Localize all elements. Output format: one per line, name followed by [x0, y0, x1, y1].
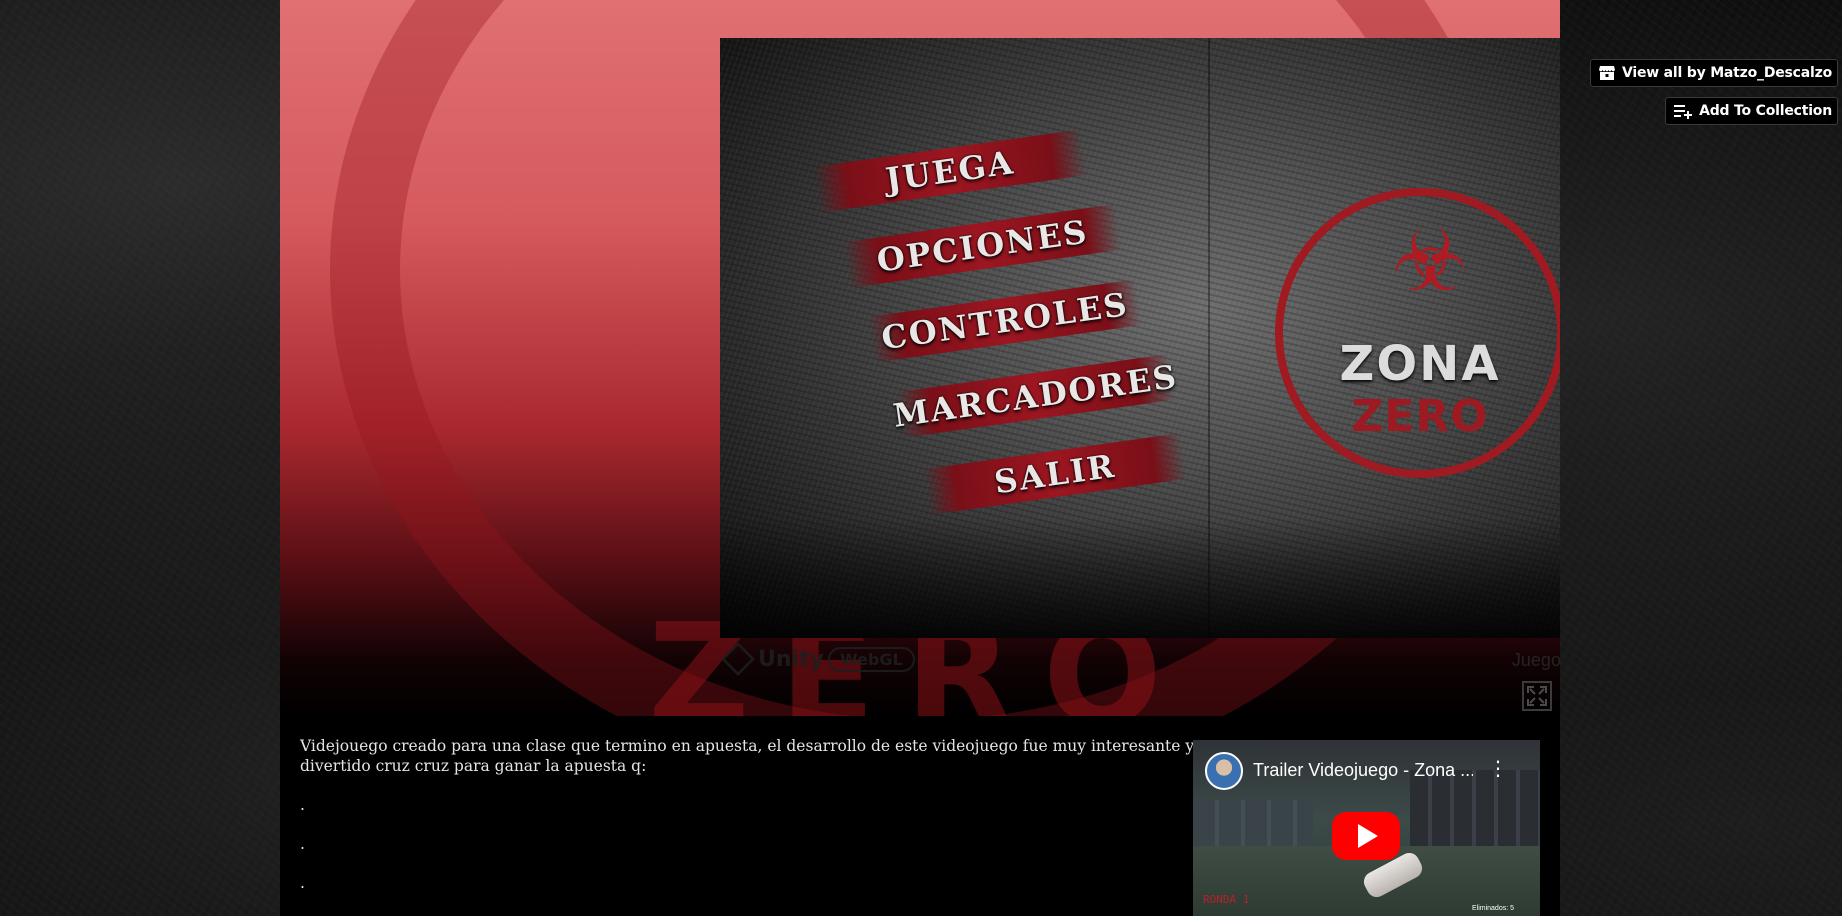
unity-icon	[721, 642, 755, 676]
playlist-add-icon	[1674, 105, 1693, 119]
more-options-icon[interactable]: ⋮	[1488, 758, 1508, 778]
menu-options-button[interactable]: OPCIONES	[843, 204, 1122, 288]
view-all-button[interactable]: View all by Matzo_Descalzo	[1589, 59, 1838, 87]
logo-title-zona: ZONA	[1339, 336, 1501, 392]
game-canvas[interactable]: JUEGA OPCIONES CONTROLES MARCADORES SALI…	[720, 38, 1560, 638]
game-build-title: JuegoDeSaltos	[1511, 650, 1560, 670]
description-dot: .	[300, 796, 305, 814]
unity-logo: Unity	[721, 642, 824, 676]
play-button[interactable]	[1332, 812, 1400, 860]
biohazard-icon: ☣	[1391, 211, 1469, 311]
menu-controls-button[interactable]: CONTROLES	[868, 279, 1142, 363]
game-logo: ☣ ZONA ZERO	[1275, 188, 1560, 478]
menu-scores-button[interactable]: MARCADORES	[891, 354, 1180, 438]
description-dot: .	[300, 835, 305, 853]
video-hud-kills: Eliminados: 5	[1471, 905, 1514, 912]
menu-play-button[interactable]: JUEGA	[813, 129, 1087, 213]
play-icon	[1358, 824, 1378, 848]
add-to-collection-label: Add To Collection	[1699, 103, 1832, 119]
logo-title-zero: ZERO	[1351, 391, 1489, 442]
page-fullscreen-button[interactable]	[1522, 681, 1552, 711]
game-footer-bar: Unity WebGL JuegoDeSaltos	[720, 641, 1560, 681]
channel-avatar[interactable]	[1205, 752, 1243, 790]
view-all-label: View all by Matzo_Descalzo	[1621, 65, 1832, 81]
game-header: ZERO JUEGA OPCIONES CONTROLES MARCADORES…	[280, 0, 1560, 716]
add-to-collection-button[interactable]: Add To Collection	[1665, 97, 1838, 125]
game-description: Videjouego creado para una clase que ter…	[300, 736, 1210, 912]
description-paragraph: Videjouego creado para una clase que ter…	[300, 737, 1195, 775]
canvas-crease	[1208, 38, 1210, 638]
menu-exit-button[interactable]: SALIR	[923, 433, 1187, 515]
description-dot: .	[300, 874, 305, 892]
webgl-logo: WebGL	[828, 647, 915, 672]
fullscreen-icon	[1527, 686, 1547, 706]
youtube-embed[interactable]: Trailer Videojuego - Zona ... ⋮ RONDA 1 …	[1193, 740, 1540, 916]
video-title[interactable]: Trailer Videojuego - Zona ...	[1253, 760, 1473, 781]
unity-label: Unity	[758, 646, 824, 672]
itchio-icon	[1598, 66, 1615, 80]
video-hud-round: RONDA 1	[1203, 893, 1250, 906]
main-column: ZERO JUEGA OPCIONES CONTROLES MARCADORES…	[280, 0, 1560, 916]
